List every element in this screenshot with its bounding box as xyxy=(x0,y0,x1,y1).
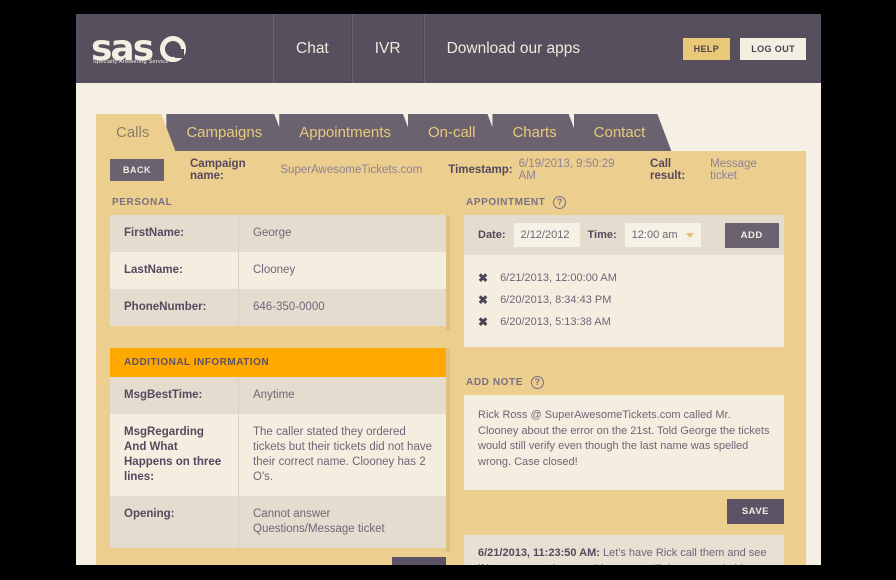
tab-strip: Calls Campaigns Appointments On-call Cha… xyxy=(76,114,821,151)
edit-button[interactable]: EDIT xyxy=(392,557,446,565)
tab-campaigns[interactable]: Campaigns xyxy=(166,114,288,151)
top-navigation-bar: sas Specialty Answering Service Chat IVR… xyxy=(76,14,821,83)
list-item: ✖ 6/20/2013, 8:34:43 PM xyxy=(464,289,784,311)
timestamp-label: Timestamp: xyxy=(448,164,512,176)
field-value: Anytime xyxy=(238,377,446,414)
additional-info-heading: ADDITIONAL INFORMATION xyxy=(110,348,446,377)
table-row: Opening: Cannot answer Questions/Message… xyxy=(110,496,446,548)
appointment-datetime: 6/21/2013, 12:00:00 AM xyxy=(500,272,617,284)
campaign-name-value: SuperAwesomeTickets.com xyxy=(280,164,422,176)
nav-item-ivr[interactable]: IVR xyxy=(352,14,424,83)
question-circle-icon[interactable]: ? xyxy=(553,196,566,209)
edit-button-row: EDIT xyxy=(110,548,446,565)
field-value: George xyxy=(238,215,446,252)
appointment-datetime: 6/20/2013, 5:13:38 AM xyxy=(500,316,611,328)
personal-section-heading: PERSONAL xyxy=(110,189,446,215)
table-row: MsgBestTime: Anytime xyxy=(110,377,446,414)
top-actions: HELP LOG OUT xyxy=(683,14,806,83)
appointment-datetime: 6/20/2013, 8:34:43 PM xyxy=(500,294,611,306)
help-button[interactable]: HELP xyxy=(683,38,731,60)
field-value: The caller stated they ordered tickets b… xyxy=(238,414,446,496)
call-info-bar: BACK Campaign name: SuperAwesomeTickets.… xyxy=(96,151,806,189)
previous-note: 6/21/2013, 11:23:50 AM: Let's have Rick … xyxy=(464,535,784,565)
campaign-name-label: Campaign name: xyxy=(190,158,274,182)
list-item: ✖ 6/21/2013, 12:00:00 AM xyxy=(464,267,784,289)
add-appointment-button[interactable]: ADD xyxy=(725,223,779,248)
app-window: sas Specialty Answering Service Chat IVR… xyxy=(76,14,821,565)
table-row: LastName: Clooney xyxy=(110,252,446,289)
nav-item-download-apps[interactable]: Download our apps xyxy=(424,14,603,83)
date-label: Date: xyxy=(478,229,506,241)
time-select-value: 12:00 am xyxy=(632,229,678,241)
content-panel: BACK Campaign name: SuperAwesomeTickets.… xyxy=(96,151,806,565)
tab-contact[interactable]: Contact xyxy=(574,114,672,151)
appointment-section-heading: APPOINTMENT ? xyxy=(464,189,784,215)
nav-item-chat[interactable]: Chat xyxy=(273,14,352,83)
field-key: FirstName: xyxy=(110,215,238,252)
logo-mark: sas Specialty Answering Service xyxy=(91,34,186,64)
back-button[interactable]: BACK xyxy=(110,159,164,181)
sas-logo[interactable]: sas Specialty Answering Service xyxy=(91,14,273,83)
field-key: MsgBestTime: xyxy=(110,377,238,414)
two-column-layout: PERSONAL FirstName: George LastName: Clo… xyxy=(96,189,806,565)
left-column: PERSONAL FirstName: George LastName: Clo… xyxy=(110,189,446,565)
save-button-row: SAVE xyxy=(464,490,784,524)
appointment-heading-text: APPOINTMENT xyxy=(466,197,545,208)
previous-note-timestamp: 6/21/2013, 11:23:50 AM: xyxy=(478,547,600,559)
additional-info-table: ADDITIONAL INFORMATION MsgBestTime: Anyt… xyxy=(110,348,446,548)
field-value: 646-350-0000 xyxy=(238,289,446,326)
appointment-panel: Date: Time: 12:00 am ADD ✖ 6/21/2013, 12… xyxy=(464,215,784,347)
date-input[interactable] xyxy=(514,223,580,247)
question-circle-icon[interactable]: ? xyxy=(531,376,544,389)
list-item: ✖ 6/20/2013, 5:13:38 AM xyxy=(464,311,784,333)
call-result-label: Call result: xyxy=(650,158,704,182)
tab-appointments[interactable]: Appointments xyxy=(279,114,417,151)
field-key: Opening: xyxy=(110,496,238,533)
section-spacer xyxy=(464,347,784,369)
close-icon[interactable]: ✖ xyxy=(478,272,488,284)
tab-charts[interactable]: Charts xyxy=(492,114,582,151)
note-textarea[interactable] xyxy=(464,395,784,490)
field-key: PhoneNumber: xyxy=(110,289,238,326)
field-key: LastName: xyxy=(110,252,238,289)
right-column: APPOINTMENT ? Date: Time: 12:00 am ADD xyxy=(464,189,784,565)
chevron-down-icon xyxy=(686,233,694,238)
field-value: Cannot answer Questions/Message ticket xyxy=(238,496,446,548)
timestamp-value: 6/19/2013, 9:50:29 AM xyxy=(519,158,624,182)
field-key: MsgRegarding And What Happens on three l… xyxy=(110,414,238,496)
main-nav-links: Chat IVR Download our apps xyxy=(273,14,602,83)
appointment-add-row: Date: Time: 12:00 am ADD xyxy=(464,215,784,255)
table-row: PhoneNumber: 646-350-0000 xyxy=(110,289,446,326)
table-row: FirstName: George xyxy=(110,215,446,252)
tab-calls[interactable]: Calls xyxy=(96,114,175,151)
personal-table: FirstName: George LastName: Clooney Phon… xyxy=(110,215,446,326)
logo-tagline: Specialty Answering Service xyxy=(93,59,169,65)
appointment-list: ✖ 6/21/2013, 12:00:00 AM ✖ 6/20/2013, 8:… xyxy=(464,255,784,347)
time-select[interactable]: 12:00 am xyxy=(625,223,701,247)
close-icon[interactable]: ✖ xyxy=(478,316,488,328)
add-note-heading-text: ADD NOTE xyxy=(466,377,523,388)
field-value: Clooney xyxy=(238,252,446,289)
save-button[interactable]: SAVE xyxy=(727,499,784,524)
tab-on-call[interactable]: On-call xyxy=(408,114,502,151)
section-spacer xyxy=(110,326,446,348)
table-row: MsgRegarding And What Happens on three l… xyxy=(110,414,446,496)
logout-button[interactable]: LOG OUT xyxy=(740,38,806,60)
time-label: Time: xyxy=(588,229,617,241)
close-icon[interactable]: ✖ xyxy=(478,294,488,306)
call-result-value: Message ticket xyxy=(710,158,780,182)
add-note-section-heading: ADD NOTE ? xyxy=(464,369,784,395)
